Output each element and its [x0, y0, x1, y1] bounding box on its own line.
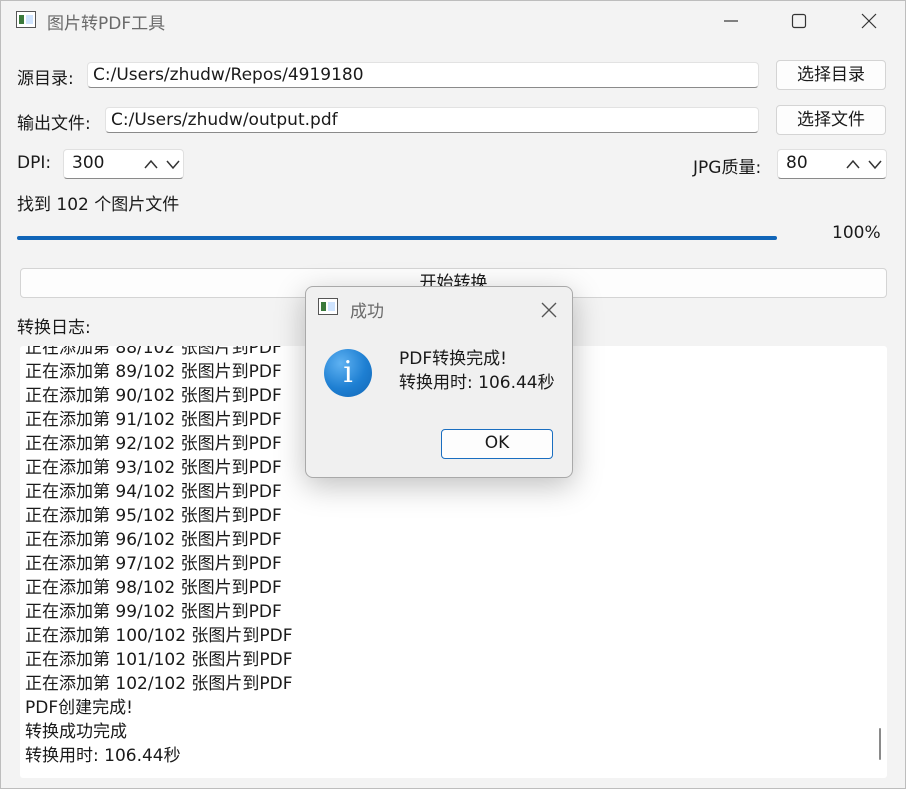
success-dialog: 成功 i PDF转换完成! 转换用时: 106.44秒 OK — [305, 286, 573, 478]
log-line: 正在添加第 99/102 张图片到PDF — [25, 602, 282, 622]
jpg-quality-value: 80 — [786, 153, 808, 173]
log-lines: 正在添加第 88/102 张图片到PDF 正在添加第 89/102 张图片到PDF… — [25, 346, 293, 768]
dialog-app-icon — [318, 298, 338, 315]
info-icon: i — [324, 349, 372, 397]
log-label: 转换日志: — [17, 318, 91, 338]
source-dir-input[interactable]: C:/Users/zhudw/Repos/4919180 — [87, 62, 759, 88]
log-line: 正在添加第 93/102 张图片到PDF — [25, 458, 282, 478]
log-line: 正在添加第 96/102 张图片到PDF — [25, 530, 282, 550]
progress-bar — [17, 236, 777, 240]
close-button[interactable] — [839, 1, 899, 41]
dialog-message: PDF转换完成! 转换用时: 106.44秒 — [399, 347, 555, 395]
log-line: 正在添加第 94/102 张图片到PDF — [25, 482, 282, 502]
log-line: 正在添加第 101/102 张图片到PDF — [25, 650, 293, 670]
title-bar: 图片转PDF工具 — [1, 1, 905, 41]
log-line: 正在添加第 97/102 张图片到PDF — [25, 554, 282, 574]
chevron-down-icon[interactable] — [165, 158, 181, 170]
log-line: 正在添加第 95/102 张图片到PDF — [25, 506, 282, 526]
output-file-input[interactable]: C:/Users/zhudw/output.pdf — [105, 107, 759, 133]
log-line: 正在添加第 91/102 张图片到PDF — [25, 410, 282, 430]
log-line: 转换成功完成 — [25, 722, 127, 742]
app-icon — [16, 11, 36, 28]
log-scrollbar[interactable] — [879, 728, 881, 760]
select-dir-button[interactable]: 选择目录 — [776, 60, 886, 90]
close-icon — [541, 302, 557, 318]
dialog-message-line2: 转换用时: 106.44秒 — [399, 373, 555, 393]
window-title: 图片转PDF工具 — [47, 14, 166, 34]
dpi-value: 300 — [72, 153, 105, 173]
close-icon — [861, 13, 877, 29]
chevron-up-icon[interactable] — [845, 158, 861, 170]
log-line: 正在添加第 90/102 张图片到PDF — [25, 386, 282, 406]
found-files-status: 找到 102 个图片文件 — [17, 195, 180, 215]
progress-fill — [17, 236, 777, 240]
main-window: 图片转PDF工具 源目录: C:/Users/zhudw/Repos/49191… — [0, 0, 906, 789]
log-line: 正在添加第 92/102 张图片到PDF — [25, 434, 282, 454]
output-file-label: 输出文件: — [17, 114, 91, 134]
log-line: 正在添加第 89/102 张图片到PDF — [25, 362, 282, 382]
select-file-button[interactable]: 选择文件 — [776, 105, 886, 135]
progress-percent: 100% — [832, 223, 881, 243]
minimize-button[interactable] — [701, 1, 761, 41]
minimize-icon — [724, 20, 738, 22]
dialog-title: 成功 — [350, 302, 384, 322]
chevron-down-icon[interactable] — [867, 158, 883, 170]
dpi-spinbox[interactable]: 300 — [63, 149, 184, 179]
jpg-quality-label: JPG质量: — [693, 158, 762, 178]
log-line: 正在添加第 98/102 张图片到PDF — [25, 578, 282, 598]
log-line: PDF创建完成! — [25, 698, 133, 718]
log-line: 正在添加第 88/102 张图片到PDF — [25, 346, 282, 358]
ok-button[interactable]: OK — [441, 429, 553, 459]
maximize-icon — [791, 13, 807, 29]
source-dir-label: 源目录: — [17, 69, 74, 89]
log-line: 正在添加第 100/102 张图片到PDF — [25, 626, 293, 646]
log-line: 正在添加第 102/102 张图片到PDF — [25, 674, 293, 694]
dialog-message-line1: PDF转换完成! — [399, 349, 507, 369]
jpg-quality-spinbox[interactable]: 80 — [777, 149, 887, 179]
dpi-label: DPI: — [17, 153, 52, 173]
dialog-close-button[interactable] — [536, 297, 562, 323]
log-line: 转换用时: 106.44秒 — [25, 746, 181, 766]
chevron-up-icon[interactable] — [143, 158, 159, 170]
maximize-button[interactable] — [769, 1, 829, 41]
